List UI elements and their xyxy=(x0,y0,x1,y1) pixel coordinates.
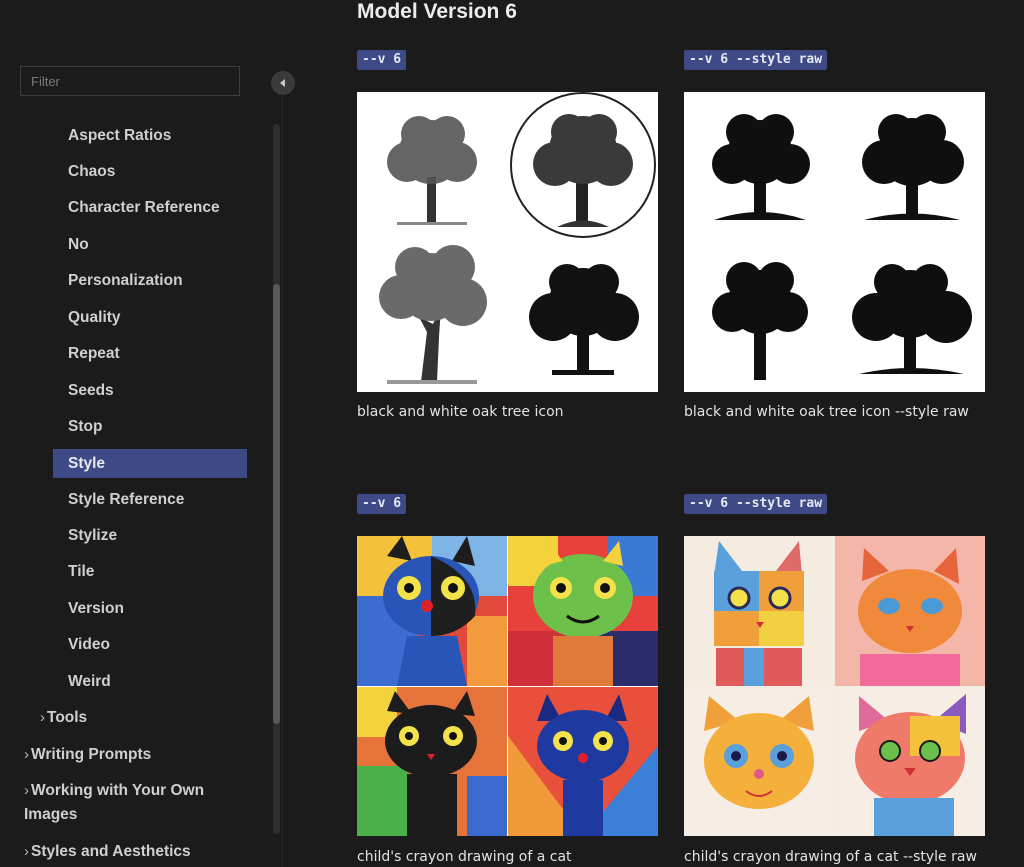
crayon-cat-drawing xyxy=(508,687,658,836)
sidebar-item-seeds[interactable]: Seeds xyxy=(68,376,114,405)
image-caption: black and white oak tree icon --style ra… xyxy=(684,404,969,420)
sidebar-section-writing-prompts[interactable]: › Writing Prompts xyxy=(24,740,151,769)
sidebar-section-label: Tools xyxy=(47,709,88,726)
chevron-right-icon: › xyxy=(24,746,29,763)
example-image-crayon-cats-raw xyxy=(684,536,985,836)
sidebar-item-video[interactable]: Video xyxy=(68,630,110,659)
crayon-cat-drawing xyxy=(508,536,658,686)
crayon-cat-drawing xyxy=(835,687,985,836)
chevron-right-icon: › xyxy=(24,782,29,799)
sidebar-item-repeat[interactable]: Repeat xyxy=(68,339,120,368)
sidebar-section-working-with-your-own-images[interactable]: › Working with Your Own Images xyxy=(24,779,224,827)
example-image-crayon-cats xyxy=(357,536,658,836)
chevron-right-icon: › xyxy=(24,843,29,860)
sidebar-item-weird[interactable]: Weird xyxy=(68,667,111,696)
sidebar-item-no[interactable]: No xyxy=(68,230,89,259)
sidebar-section-label: Writing Prompts xyxy=(31,746,152,763)
sidebar-section-styles-and-aesthetics[interactable]: › Styles and Aesthetics xyxy=(24,837,191,866)
sidebar-item-quality[interactable]: Quality xyxy=(68,303,121,332)
crayon-cat-drawing xyxy=(835,536,985,686)
main-content: Model Version 6 --v 6 black and white oa… xyxy=(283,0,1024,867)
sidebar-scrollbar-thumb[interactable] xyxy=(273,284,280,724)
example-image-oak-tree-silhouettes xyxy=(684,92,985,392)
crayon-cat-drawing xyxy=(357,536,507,686)
sidebar-section-label: Working with Your Own Images xyxy=(24,782,205,823)
crayon-cat-drawing xyxy=(684,687,834,836)
crayon-cat-drawing xyxy=(357,687,507,836)
sidebar-item-style[interactable]: Style xyxy=(53,449,247,478)
sidebar-section-tools[interactable]: › Tools xyxy=(40,703,87,732)
sidebar-item-style-reference[interactable]: Style Reference xyxy=(68,485,184,514)
code-tag: --v 6 --style raw xyxy=(684,50,828,70)
sidebar-item-aspect-ratios[interactable]: Aspect Ratios xyxy=(68,121,171,150)
collapse-sidebar-button[interactable] xyxy=(271,71,295,95)
sidebar-item-stylize[interactable]: Stylize xyxy=(68,521,117,550)
image-caption: child's crayon drawing of a cat --style … xyxy=(684,849,977,865)
code-tag: --v 6 xyxy=(357,50,407,70)
sidebar-section-label: Styles and Aesthetics xyxy=(31,843,191,860)
sidebar-item-stop[interactable]: Stop xyxy=(68,412,102,441)
image-caption: child's crayon drawing of a cat xyxy=(357,849,572,865)
sidebar-item-tile[interactable]: Tile xyxy=(68,557,94,586)
sidebar: Aspect Ratios Chaos Character Reference … xyxy=(0,0,283,867)
sidebar-item-chaos[interactable]: Chaos xyxy=(68,157,115,186)
sidebar-item-version[interactable]: Version xyxy=(68,594,124,623)
page-title: Model Version 6 xyxy=(357,0,517,23)
image-caption: black and white oak tree icon xyxy=(357,404,564,420)
code-tag: --v 6 --style raw xyxy=(684,494,828,514)
chevron-right-icon: › xyxy=(40,709,45,726)
sidebar-item-character-reference[interactable]: Character Reference xyxy=(68,193,220,222)
sidebar-item-personalization[interactable]: Personalization xyxy=(68,266,183,295)
caret-left-icon xyxy=(280,79,285,87)
sidebar-scrollbar[interactable] xyxy=(273,124,280,834)
code-tag: --v 6 xyxy=(357,494,407,514)
filter-input[interactable] xyxy=(20,66,240,96)
example-image-oak-trees xyxy=(357,92,658,392)
